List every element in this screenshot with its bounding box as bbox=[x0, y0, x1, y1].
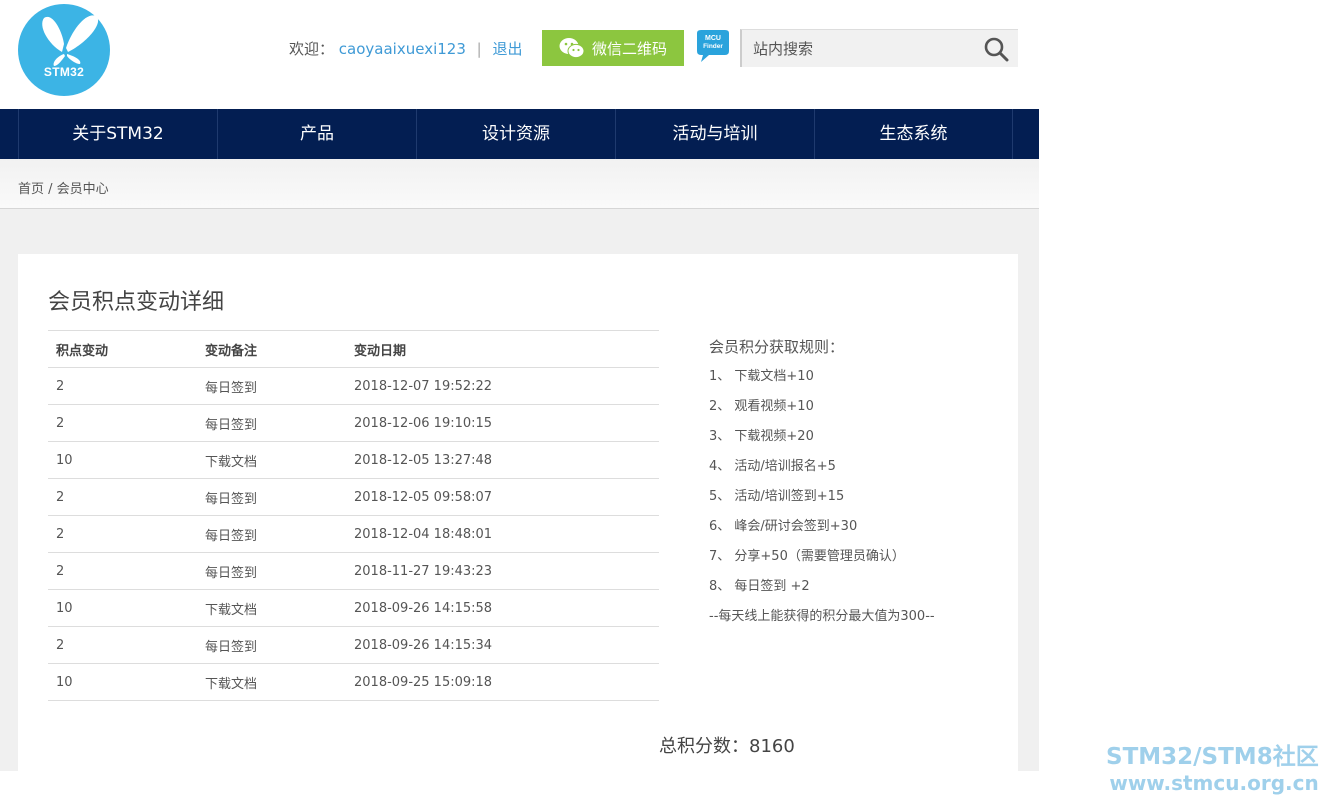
cell-points: 10 bbox=[48, 589, 197, 627]
header-date: 变动日期 bbox=[346, 330, 659, 368]
search-icon[interactable] bbox=[983, 36, 1009, 62]
rules-note: --每天线上能获得的积分最大值为300-- bbox=[709, 609, 935, 624]
rule-item: 6、 峰会/研讨会签到+30 bbox=[709, 519, 858, 534]
cell-remark: 下载文档 bbox=[197, 441, 346, 479]
cell-remark: 下载文档 bbox=[197, 663, 346, 701]
total-points: 总积分数：8160 bbox=[659, 736, 795, 757]
main-nav: 关于STM32 产品 设计资源 活动与培训 生态系统 bbox=[0, 109, 1039, 159]
rules-title: 会员积分获取规则： bbox=[709, 338, 845, 356]
site-header: STM32 欢迎： caoyaaixuexi123 | 退出 微信二维码 MCU… bbox=[0, 0, 1039, 109]
cell-date: 2018-09-26 14:15:58 bbox=[346, 589, 659, 627]
breadcrumb: 首页 / 会员中心 bbox=[18, 178, 109, 197]
welcome-bar: 欢迎： caoyaaixuexi123 | 退出 bbox=[289, 38, 523, 59]
cell-remark: 下载文档 bbox=[197, 589, 346, 627]
cell-date: 2018-09-26 14:15:34 bbox=[346, 626, 659, 664]
butterfly-icon bbox=[42, 15, 99, 66]
logo-text: STM32 bbox=[43, 65, 85, 79]
cell-remark: 每日签到 bbox=[197, 478, 346, 516]
welcome-label: 欢迎： bbox=[289, 40, 335, 58]
header-remark: 变动备注 bbox=[197, 330, 346, 368]
cell-date: 2018-12-06 19:10:15 bbox=[346, 404, 659, 442]
breadcrumb-bar: 首页 / 会员中心 bbox=[0, 159, 1039, 209]
table-row: 2 每日签到 2018-12-05 09:58:07 bbox=[48, 478, 659, 516]
cell-points: 2 bbox=[48, 626, 197, 664]
cell-remark: 每日签到 bbox=[197, 552, 346, 590]
wechat-button-label: 微信二维码 bbox=[591, 39, 667, 58]
breadcrumb-separator: / bbox=[44, 182, 57, 197]
rule-item: 4、 活动/培训报名+5 bbox=[709, 459, 836, 474]
rule-item: 2、 观看视频+10 bbox=[709, 399, 814, 414]
nav-item-about[interactable]: 关于STM32 bbox=[18, 109, 217, 159]
cell-remark: 每日签到 bbox=[197, 515, 346, 553]
cell-points: 2 bbox=[48, 367, 197, 405]
watermark-line1: STM32/STM8社区 bbox=[1106, 744, 1319, 770]
nav-item-design-resources[interactable]: 设计资源 bbox=[416, 109, 615, 159]
rule-item: 1、 下载文档+10 bbox=[709, 369, 814, 384]
points-table: 积点变动 变动备注 变动日期 2 每日签到 2018-12-07 19:52:2… bbox=[48, 330, 659, 701]
table-row: 10 下载文档 2018-09-25 15:09:18 bbox=[48, 663, 659, 701]
points-rules: 会员积分获取规则： 1、 下载文档+10 2、 观看视频+10 3、 下载视频+… bbox=[709, 336, 935, 625]
rule-item: 3、 下载视频+20 bbox=[709, 429, 814, 444]
wechat-qrcode-button[interactable]: 微信二维码 bbox=[542, 30, 684, 66]
mcu-finder-line1: MCU bbox=[705, 35, 721, 42]
rule-item: 8、 每日签到 +2 bbox=[709, 579, 810, 594]
cell-date: 2018-09-25 15:09:18 bbox=[346, 663, 659, 701]
nav-item-products[interactable]: 产品 bbox=[217, 109, 416, 159]
cell-points: 2 bbox=[48, 404, 197, 442]
cell-remark: 每日签到 bbox=[197, 367, 346, 405]
cell-date: 2018-12-05 09:58:07 bbox=[346, 478, 659, 516]
cell-remark: 每日签到 bbox=[197, 626, 346, 664]
header-points-change: 积点变动 bbox=[48, 330, 197, 368]
cell-date: 2018-12-04 18:48:01 bbox=[346, 515, 659, 553]
cell-remark: 每日签到 bbox=[197, 404, 346, 442]
mcu-finder-icon[interactable]: MCU Finder bbox=[695, 29, 731, 63]
stm32-logo[interactable]: STM32 bbox=[18, 4, 110, 96]
rule-item: 5、 活动/培训签到+15 bbox=[709, 489, 845, 504]
cell-points: 2 bbox=[48, 515, 197, 553]
cell-date: 2018-11-27 19:43:23 bbox=[346, 552, 659, 590]
table-row: 2 每日签到 2018-12-06 19:10:15 bbox=[48, 404, 659, 442]
cell-date: 2018-12-07 19:52:22 bbox=[346, 367, 659, 405]
search-input[interactable] bbox=[753, 30, 973, 68]
watermark-line2: www.stmcu.org.cn bbox=[1109, 771, 1319, 795]
search-box bbox=[740, 29, 1018, 68]
table-row: 2 每日签到 2018-12-07 19:52:22 bbox=[48, 367, 659, 405]
page-title: 会员积点变动详细 bbox=[48, 290, 225, 315]
cell-points: 2 bbox=[48, 552, 197, 590]
logout-link[interactable]: 退出 bbox=[493, 40, 523, 58]
breadcrumb-current: 会员中心 bbox=[56, 182, 109, 197]
separator: | bbox=[476, 40, 482, 58]
nav-item-events[interactable]: 活动与培训 bbox=[615, 109, 814, 159]
nav-item-ecosystem[interactable]: 生态系统 bbox=[814, 109, 1013, 159]
rule-item: 7、 分享+50（需要管理员确认） bbox=[709, 549, 905, 564]
cell-points: 2 bbox=[48, 478, 197, 516]
table-row: 2 每日签到 2018-11-27 19:43:23 bbox=[48, 552, 659, 590]
points-card: 会员积点变动详细 积点变动 变动备注 变动日期 2 每日签到 2018-12-0… bbox=[18, 254, 1018, 771]
table-row: 10 下载文档 2018-09-26 14:15:58 bbox=[48, 589, 659, 627]
wechat-icon bbox=[559, 38, 585, 59]
table-header-row: 积点变动 变动备注 变动日期 bbox=[48, 330, 659, 368]
mcu-finder-line2: Finder bbox=[703, 43, 723, 50]
breadcrumb-home[interactable]: 首页 bbox=[18, 182, 44, 197]
table-row: 2 每日签到 2018-12-04 18:48:01 bbox=[48, 515, 659, 553]
cell-points: 10 bbox=[48, 441, 197, 479]
table-row: 10 下载文档 2018-12-05 13:27:48 bbox=[48, 441, 659, 479]
cell-date: 2018-12-05 13:27:48 bbox=[346, 441, 659, 479]
username-link[interactable]: caoyaaixuexi123 bbox=[339, 40, 466, 58]
cell-points: 10 bbox=[48, 663, 197, 701]
site-watermark: STM32/STM8社区 www.stmcu.org.cn bbox=[1106, 743, 1319, 795]
table-row: 2 每日签到 2018-09-26 14:15:34 bbox=[48, 626, 659, 664]
